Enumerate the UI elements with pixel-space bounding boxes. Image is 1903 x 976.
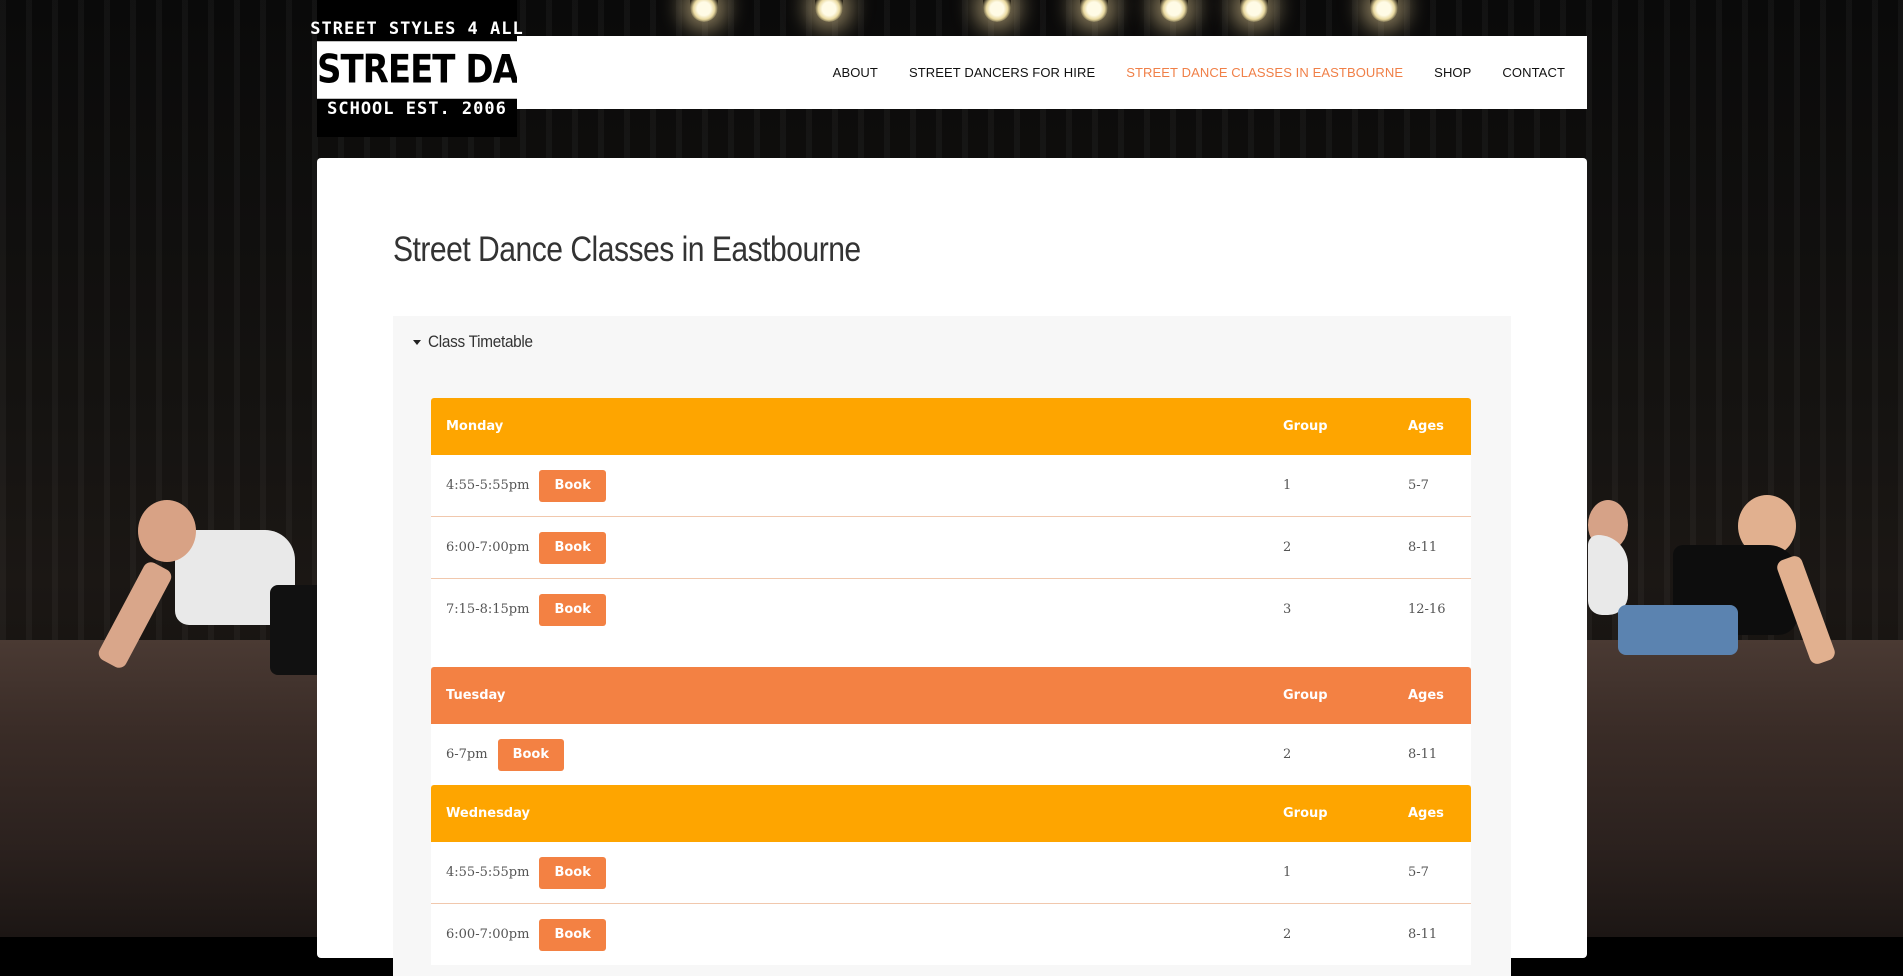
class-time: 4:55-5:55pm (446, 865, 530, 880)
class-time: 4:55-5:55pm (446, 478, 530, 493)
class-time: 6-7pm (446, 747, 488, 762)
page-title: Street Dance Classes in Eastbourne (393, 230, 861, 269)
main-nav: ABOUT STREET DANCERS FOR HIRE STREET DAN… (833, 36, 1565, 109)
site-logo[interactable]: STREET STYLES 4 ALL STREET DANCE SCHOOL … (310, 0, 593, 137)
day-header: Tuesday Group Ages (431, 667, 1471, 724)
class-timetable: Monday Group Ages 4:55-5:55pm Book 1 5-7… (431, 398, 1471, 965)
table-row: 6:00-7:00pm Book 2 8-11 (431, 517, 1471, 579)
table-row: 7:15-8:15pm Book 3 12-16 (431, 579, 1471, 667)
class-ages: 5-7 (1408, 478, 1429, 493)
group-column-header: Group (1283, 419, 1328, 434)
logo-tagline: STREET STYLES 4 ALL (310, 18, 524, 39)
main-navbar: ABOUT STREET DANCERS FOR HIRE STREET DAN… (517, 36, 1587, 109)
class-ages: 8-11 (1408, 540, 1438, 555)
ages-column-header: Ages (1408, 806, 1444, 821)
ages-column-header: Ages (1408, 419, 1444, 434)
table-row: 4:55-5:55pm Book 1 5-7 (431, 455, 1471, 517)
nav-classes-eastbourne[interactable]: STREET DANCE CLASSES IN EASTBOURNE (1126, 65, 1403, 80)
logo-wordmark: STREET DANCE (317, 40, 593, 99)
nav-shop[interactable]: SHOP (1434, 65, 1471, 80)
book-button[interactable]: Book (539, 531, 606, 564)
class-ages: 12-16 (1408, 602, 1446, 617)
day-header: Monday Group Ages (431, 398, 1471, 455)
nav-about[interactable]: ABOUT (833, 65, 878, 80)
class-time: 7:15-8:15pm (446, 602, 530, 617)
day-name: Tuesday (446, 688, 506, 703)
book-button[interactable]: Book (539, 918, 606, 951)
dancer-right (1588, 495, 1888, 695)
content-card: Street Dance Classes in Eastbourne Class… (317, 158, 1587, 976)
class-time: 6:00-7:00pm (446, 540, 530, 555)
group-column-header: Group (1283, 806, 1328, 821)
class-group: 1 (1283, 865, 1292, 880)
class-group: 1 (1283, 478, 1292, 493)
table-row: 4:55-5:55pm Book 1 5-7 (431, 842, 1471, 904)
class-ages: 5-7 (1408, 865, 1429, 880)
book-button[interactable]: Book (539, 856, 606, 889)
dancer-left (95, 490, 330, 680)
day-name: Wednesday (446, 806, 530, 821)
day-header: Wednesday Group Ages (431, 785, 1471, 842)
class-group: 2 (1283, 747, 1292, 762)
accordion-toggle[interactable]: Class Timetable (413, 330, 544, 354)
nav-contact[interactable]: CONTACT (1502, 65, 1565, 80)
accordion-label: Class Timetable (428, 332, 533, 351)
class-ages: 8-11 (1408, 927, 1438, 942)
table-row: 6-7pm Book 2 8-11 (431, 724, 1471, 785)
book-button[interactable]: Book (497, 738, 565, 771)
book-button[interactable]: Book (539, 593, 606, 626)
logo-established: SCHOOL EST. 2006 (327, 98, 507, 119)
timetable-accordion: Class Timetable Monday Group Ages 4:55-5… (393, 316, 1511, 976)
book-button[interactable]: Book (539, 469, 606, 502)
ages-column-header: Ages (1408, 688, 1444, 703)
class-group: 2 (1283, 540, 1292, 555)
group-column-header: Group (1283, 688, 1328, 703)
class-group: 2 (1283, 927, 1292, 942)
class-time: 6:00-7:00pm (446, 927, 530, 942)
table-row: 6:00-7:00pm Book 2 8-11 (431, 904, 1471, 965)
nav-dancers-for-hire[interactable]: STREET DANCERS FOR HIRE (909, 65, 1095, 80)
class-ages: 8-11 (1408, 747, 1438, 762)
day-name: Monday (446, 419, 504, 434)
class-group: 3 (1283, 602, 1292, 617)
caret-down-icon (413, 339, 421, 345)
